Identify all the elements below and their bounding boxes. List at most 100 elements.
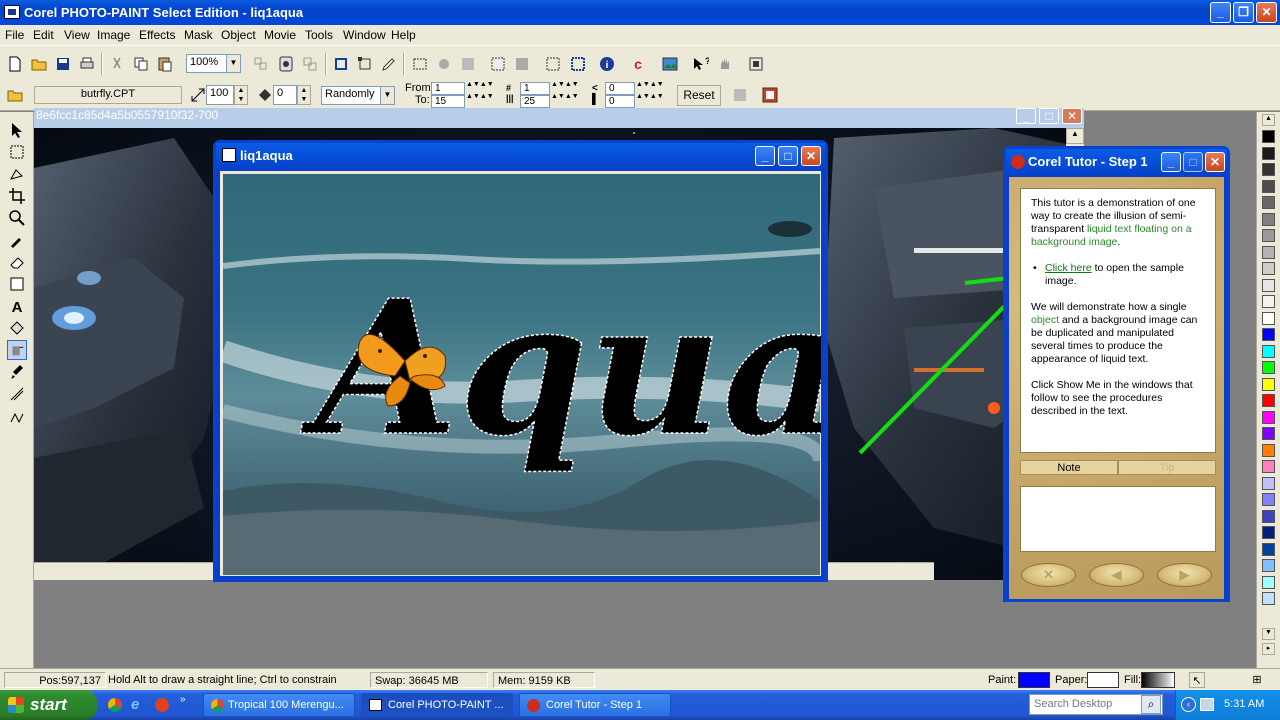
menu-movie[interactable]: Movie xyxy=(264,28,296,42)
crop-tool-icon[interactable] xyxy=(7,186,27,206)
menu-tools[interactable]: Tools xyxy=(305,28,333,42)
apply-icon[interactable] xyxy=(730,85,750,105)
transform-icon[interactable] xyxy=(355,54,375,74)
menu-effects[interactable]: Effects xyxy=(139,28,175,42)
lasso-tool-icon[interactable] xyxy=(7,164,27,184)
brush-tool-icon[interactable] xyxy=(7,362,27,382)
info-icon[interactable]: i xyxy=(597,54,617,74)
open-folder-icon[interactable] xyxy=(29,54,49,74)
object-picker-icon[interactable] xyxy=(331,54,351,74)
rotate-input[interactable]: 0 xyxy=(273,85,297,105)
hand-icon[interactable] xyxy=(715,54,735,74)
app-launch-icon[interactable] xyxy=(155,698,169,712)
start-button[interactable]: start xyxy=(0,690,97,720)
paint-color-swatch[interactable] xyxy=(1018,672,1050,688)
image-canvas[interactable]: Aqua xyxy=(219,171,843,576)
eyedropper-tool-icon[interactable] xyxy=(7,230,27,250)
palette-swatch[interactable] xyxy=(1262,542,1275,556)
tray-expand-icon[interactable]: ‹ xyxy=(1181,697,1196,712)
palette-swatch[interactable] xyxy=(1262,410,1275,424)
minimize-icon[interactable]: _ xyxy=(1210,2,1231,23)
palette-swatch[interactable] xyxy=(1262,245,1275,259)
click-here-link[interactable]: Click here xyxy=(1045,262,1092,274)
mask-grid-icon[interactable] xyxy=(458,54,478,74)
palette-menu-icon[interactable]: ▸ xyxy=(1262,643,1275,655)
scan-icon[interactable] xyxy=(276,54,296,74)
from-input[interactable]: 1 xyxy=(431,82,465,95)
print-icon[interactable] xyxy=(77,54,97,74)
clone-tool-icon[interactable] xyxy=(7,406,27,426)
palette-swatch[interactable] xyxy=(1262,377,1275,391)
palette-swatch[interactable] xyxy=(1262,278,1275,292)
cut-icon[interactable] xyxy=(107,54,127,74)
palette-swatch[interactable] xyxy=(1262,179,1275,193)
back-nav-icon[interactable]: ◀ xyxy=(1089,563,1144,587)
menu-view[interactable]: View xyxy=(64,28,90,42)
spacing-input-b[interactable]: 0 xyxy=(605,95,635,108)
fill-tool-icon[interactable] xyxy=(7,318,27,338)
restore-icon[interactable]: ❐ xyxy=(1233,2,1254,23)
minimize-icon[interactable]: _ xyxy=(1161,152,1181,172)
mode-select[interactable]: Randomly ▼ xyxy=(321,86,395,105)
palette-swatch[interactable] xyxy=(1262,196,1275,209)
object-mode-icon[interactable] xyxy=(251,54,271,74)
rectangle-tool-icon[interactable] xyxy=(7,274,27,294)
minimize-icon[interactable]: _ xyxy=(755,146,775,166)
palette-swatch[interactable] xyxy=(1262,460,1275,473)
taskbar-item-photopaint[interactable]: Corel PHOTO-PAINT ... xyxy=(361,693,513,717)
size-input[interactable]: 100 xyxy=(206,85,234,105)
brush-settings-icon[interactable] xyxy=(760,85,780,105)
palette-swatch[interactable] xyxy=(1262,592,1275,605)
step-input-a[interactable]: 1 xyxy=(520,82,550,95)
app-icon[interactable] xyxy=(4,5,20,19)
image-icon[interactable] xyxy=(660,54,680,74)
palette-swatch[interactable] xyxy=(1262,575,1275,589)
menu-help[interactable]: Help xyxy=(391,28,416,42)
tutor-title-bar[interactable]: Corel Tutor - Step 1 _ □ ✕ xyxy=(1006,149,1227,175)
tutor-apple-icon[interactable] xyxy=(1011,155,1025,169)
palette-swatch[interactable] xyxy=(1262,130,1275,143)
paste-icon[interactable] xyxy=(155,54,175,74)
palette-swatch[interactable] xyxy=(1262,163,1275,176)
palette-swatch[interactable] xyxy=(1262,212,1275,226)
mask-invert-icon[interactable] xyxy=(512,54,532,74)
palette-swatch[interactable] xyxy=(1262,361,1275,374)
palette-swatch[interactable] xyxy=(1262,262,1275,275)
palette-swatch[interactable] xyxy=(1262,328,1275,341)
quick-launch-more-icon[interactable]: » xyxy=(180,694,186,705)
eraser-tool-icon[interactable] xyxy=(7,252,27,272)
next-nav-icon[interactable]: ▶ xyxy=(1157,563,1212,587)
close-icon[interactable]: ✕ xyxy=(1062,108,1082,124)
close-icon[interactable]: ✕ xyxy=(801,146,821,166)
help-pointer-icon[interactable]: ? xyxy=(690,54,711,74)
palette-swatch[interactable] xyxy=(1262,229,1275,242)
spacing-input-a[interactable]: 0 xyxy=(605,82,635,95)
image-window-title-bar[interactable]: liq1aqua _ □ ✕ xyxy=(216,143,825,169)
menu-edit[interactable]: Edit xyxy=(33,28,54,42)
open-brush-icon[interactable] xyxy=(5,85,25,105)
menu-window[interactable]: Window xyxy=(343,28,386,42)
marquee-icon[interactable] xyxy=(568,54,588,74)
zoom-combo[interactable]: 100% ▼ xyxy=(186,54,241,73)
reset-button[interactable]: Reset xyxy=(677,85,721,106)
chevron-down-icon[interactable]: ▼ xyxy=(226,55,240,72)
dock-icon[interactable]: ⊞ xyxy=(1249,672,1265,688)
ie-icon[interactable]: e xyxy=(131,696,139,713)
step-input-b[interactable]: 25 xyxy=(520,95,550,108)
taskbar-item-tutor[interactable]: Corel Tutor - Step 1 xyxy=(519,693,671,717)
menu-mask[interactable]: Mask xyxy=(184,28,213,42)
palette-swatch[interactable] xyxy=(1262,146,1275,160)
palette-scroll-down-icon[interactable]: ▼ xyxy=(1262,628,1275,640)
menu-image[interactable]: Image xyxy=(97,28,130,42)
paper-color-swatch[interactable] xyxy=(1087,672,1119,688)
new-file-icon[interactable] xyxy=(5,54,25,74)
select-all-icon[interactable] xyxy=(543,54,563,74)
chrome-icon[interactable] xyxy=(108,698,122,712)
palette-swatch[interactable] xyxy=(1262,427,1275,440)
menu-object[interactable]: Object xyxy=(221,28,256,42)
size-spinner[interactable]: ▲ ▼ xyxy=(234,85,248,105)
rotate-spinner[interactable]: ▲ ▼ xyxy=(297,85,311,105)
chevron-down-icon[interactable]: ▼ xyxy=(380,87,394,104)
palette-swatch[interactable] xyxy=(1262,493,1275,506)
minimize-icon[interactable]: _ xyxy=(1016,108,1036,124)
